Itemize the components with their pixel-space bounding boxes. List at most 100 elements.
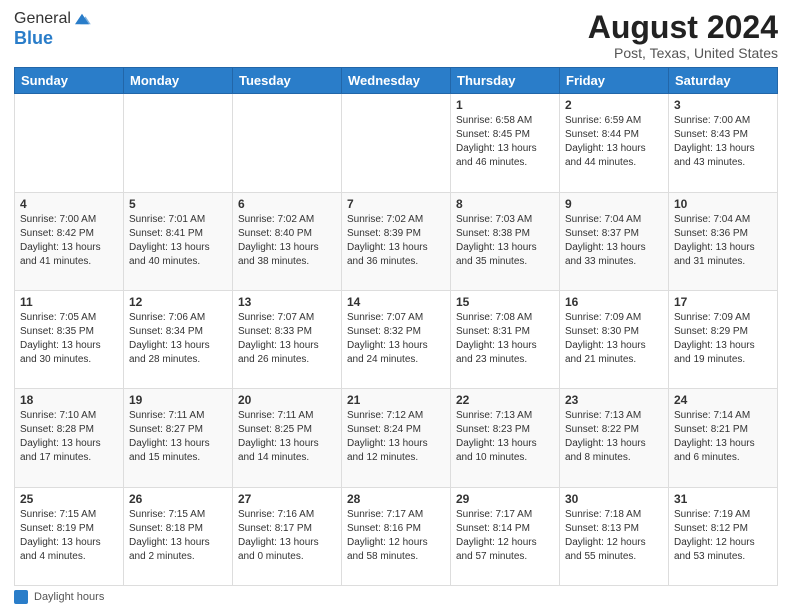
table-cell: 12 Sunrise: 7:06 AM Sunset: 8:34 PM Dayli… — [124, 290, 233, 388]
table-cell: 5Sunrise: 7:01 AM Sunset: 8:41 PM Daylig… — [124, 192, 233, 290]
table-cell: 1 Sunrise: 6:58 AM Sunset: 8:45 PM Daylig… — [451, 94, 560, 192]
day-info: Sunrise: 7:06 AM Sunset: 8:34 PM Dayligh… — [129, 311, 227, 367]
day-number: 24 — [674, 393, 772, 407]
day-number: 5 — [129, 197, 227, 211]
day-info: Sunrise: 7:03 AM Sunset: 8:38 PM Dayligh… — [456, 213, 554, 269]
day-number: 2 — [565, 98, 663, 112]
day-info: Sunrise: 7:11 AM Sunset: 8:25 PM Dayligh… — [238, 409, 336, 465]
table-cell: 3 Sunrise: 7:00 AM Sunset: 8:43 PM Daylig… — [669, 94, 778, 192]
day-info: Sunrise: 7:07 AM Sunset: 8:33 PM Dayligh… — [238, 311, 336, 367]
main-title: August 2024 — [588, 10, 778, 45]
table-cell: 2 Sunrise: 6:59 AM Sunset: 8:44 PM Daylig… — [560, 94, 669, 192]
day-number: 10 — [674, 197, 772, 211]
day-info: Sunrise: 7:05 AM Sunset: 8:35 PM Dayligh… — [20, 311, 118, 367]
day-info: Sunrise: 7:08 AM Sunset: 8:31 PM Dayligh… — [456, 311, 554, 367]
day-info: Sunrise: 7:02 AM Sunset: 8:40 PM Dayligh… — [238, 213, 336, 269]
logo-general-text: General — [14, 10, 71, 28]
day-info: Sunrise: 7:19 AM Sunset: 8:12 PM Dayligh… — [674, 508, 772, 564]
subtitle: Post, Texas, United States — [588, 45, 778, 61]
table-cell: 26Sunrise: 7:15 AM Sunset: 8:18 PM Dayli… — [124, 487, 233, 585]
day-number: 20 — [238, 393, 336, 407]
table-cell: 21 Sunrise: 7:12 AM Sunset: 8:24 PM Dayli… — [342, 389, 451, 487]
day-number: 12 — [129, 295, 227, 309]
day-number: 27 — [238, 492, 336, 506]
calendar-table: Sunday Monday Tuesday Wednesday Thursday… — [14, 67, 778, 586]
day-number: 28 — [347, 492, 445, 506]
table-cell: 23 Sunrise: 7:13 AM Sunset: 8:22 PM Dayli… — [560, 389, 669, 487]
table-cell: 15Sunrise: 7:08 AM Sunset: 8:31 PM Dayli… — [451, 290, 560, 388]
col-wednesday: Wednesday — [342, 68, 451, 94]
day-info: Sunrise: 7:17 AM Sunset: 8:14 PM Dayligh… — [456, 508, 554, 564]
day-number: 7 — [347, 197, 445, 211]
day-number: 14 — [347, 295, 445, 309]
table-cell: 27 Sunrise: 7:16 AM Sunset: 8:17 PM Dayli… — [233, 487, 342, 585]
day-info: Sunrise: 7:00 AM Sunset: 8:43 PM Dayligh… — [674, 114, 772, 170]
table-cell: 14 Sunrise: 7:07 AM Sunset: 8:32 PM Dayli… — [342, 290, 451, 388]
day-number: 30 — [565, 492, 663, 506]
day-number: 16 — [565, 295, 663, 309]
table-cell: 25 Sunrise: 7:15 AM Sunset: 8:19 PM Dayli… — [15, 487, 124, 585]
table-cell: 20 Sunrise: 7:11 AM Sunset: 8:25 PM Dayli… — [233, 389, 342, 487]
week-row-1: 1 Sunrise: 6:58 AM Sunset: 8:45 PM Daylig… — [15, 94, 778, 192]
day-number: 22 — [456, 393, 554, 407]
day-number: 4 — [20, 197, 118, 211]
table-cell: 31Sunrise: 7:19 AM Sunset: 8:12 PM Dayli… — [669, 487, 778, 585]
table-cell: 9Sunrise: 7:04 AM Sunset: 8:37 PM Daylig… — [560, 192, 669, 290]
col-saturday: Saturday — [669, 68, 778, 94]
table-cell: 18 Sunrise: 7:10 AM Sunset: 8:28 PM Dayli… — [15, 389, 124, 487]
week-row-5: 25 Sunrise: 7:15 AM Sunset: 8:19 PM Dayli… — [15, 487, 778, 585]
day-info: Sunrise: 6:59 AM Sunset: 8:44 PM Dayligh… — [565, 114, 663, 170]
logo-icon — [73, 12, 91, 26]
page: General Blue August 2024 Post, Texas, Un… — [0, 0, 792, 612]
table-cell — [124, 94, 233, 192]
table-cell: 29Sunrise: 7:17 AM Sunset: 8:14 PM Dayli… — [451, 487, 560, 585]
day-info: Sunrise: 7:14 AM Sunset: 8:21 PM Dayligh… — [674, 409, 772, 465]
title-block: August 2024 Post, Texas, United States — [588, 10, 778, 61]
day-number: 18 — [20, 393, 118, 407]
table-cell — [15, 94, 124, 192]
day-info: Sunrise: 7:16 AM Sunset: 8:17 PM Dayligh… — [238, 508, 336, 564]
day-info: Sunrise: 7:13 AM Sunset: 8:23 PM Dayligh… — [456, 409, 554, 465]
day-info: Sunrise: 7:02 AM Sunset: 8:39 PM Dayligh… — [347, 213, 445, 269]
day-number: 1 — [456, 98, 554, 112]
col-tuesday: Tuesday — [233, 68, 342, 94]
day-number: 25 — [20, 492, 118, 506]
day-number: 21 — [347, 393, 445, 407]
table-cell: 6 Sunrise: 7:02 AM Sunset: 8:40 PM Daylig… — [233, 192, 342, 290]
table-cell: 24 Sunrise: 7:14 AM Sunset: 8:21 PM Dayli… — [669, 389, 778, 487]
day-info: Sunrise: 7:00 AM Sunset: 8:42 PM Dayligh… — [20, 213, 118, 269]
col-monday: Monday — [124, 68, 233, 94]
table-cell — [342, 94, 451, 192]
table-cell — [233, 94, 342, 192]
table-cell: 4 Sunrise: 7:00 AM Sunset: 8:42 PM Daylig… — [15, 192, 124, 290]
day-info: Sunrise: 7:17 AM Sunset: 8:16 PM Dayligh… — [347, 508, 445, 564]
table-cell: 16Sunrise: 7:09 AM Sunset: 8:30 PM Dayli… — [560, 290, 669, 388]
day-info: Sunrise: 7:07 AM Sunset: 8:32 PM Dayligh… — [347, 311, 445, 367]
table-cell: 22 Sunrise: 7:13 AM Sunset: 8:23 PM Dayli… — [451, 389, 560, 487]
day-number: 19 — [129, 393, 227, 407]
table-cell: 13 Sunrise: 7:07 AM Sunset: 8:33 PM Dayli… — [233, 290, 342, 388]
day-info: Sunrise: 7:15 AM Sunset: 8:19 PM Dayligh… — [20, 508, 118, 564]
logo: General Blue — [14, 10, 91, 49]
day-info: Sunrise: 7:12 AM Sunset: 8:24 PM Dayligh… — [347, 409, 445, 465]
table-cell: 8Sunrise: 7:03 AM Sunset: 8:38 PM Daylig… — [451, 192, 560, 290]
week-row-4: 18 Sunrise: 7:10 AM Sunset: 8:28 PM Dayli… — [15, 389, 778, 487]
table-cell: 10Sunrise: 7:04 AM Sunset: 8:36 PM Dayli… — [669, 192, 778, 290]
day-number: 13 — [238, 295, 336, 309]
day-info: Sunrise: 7:10 AM Sunset: 8:28 PM Dayligh… — [20, 409, 118, 465]
col-sunday: Sunday — [15, 68, 124, 94]
legend-color-box — [14, 590, 28, 604]
day-info: Sunrise: 6:58 AM Sunset: 8:45 PM Dayligh… — [456, 114, 554, 170]
day-number: 3 — [674, 98, 772, 112]
day-number: 17 — [674, 295, 772, 309]
day-number: 6 — [238, 197, 336, 211]
table-cell: 28 Sunrise: 7:17 AM Sunset: 8:16 PM Dayli… — [342, 487, 451, 585]
logo-blue-text: Blue — [14, 28, 53, 48]
col-friday: Friday — [560, 68, 669, 94]
day-number: 23 — [565, 393, 663, 407]
day-info: Sunrise: 7:13 AM Sunset: 8:22 PM Dayligh… — [565, 409, 663, 465]
day-info: Sunrise: 7:09 AM Sunset: 8:29 PM Dayligh… — [674, 311, 772, 367]
day-number: 11 — [20, 295, 118, 309]
day-info: Sunrise: 7:18 AM Sunset: 8:13 PM Dayligh… — [565, 508, 663, 564]
day-info: Sunrise: 7:11 AM Sunset: 8:27 PM Dayligh… — [129, 409, 227, 465]
